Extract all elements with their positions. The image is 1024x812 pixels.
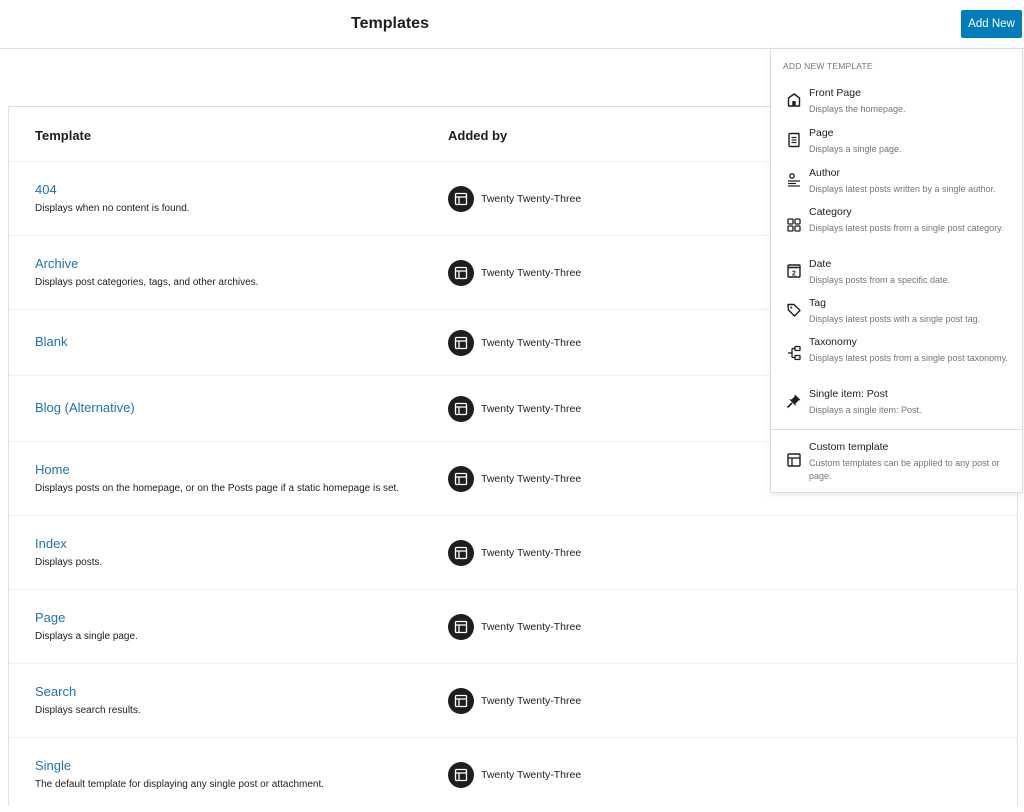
menu-item-label: Category bbox=[809, 206, 852, 218]
template-title-link[interactable]: Single bbox=[35, 758, 71, 773]
table-row: Page Displays a single page. Twenty Twen… bbox=[9, 590, 1017, 664]
template-description: Displays a single page. bbox=[35, 631, 138, 642]
layout-icon bbox=[448, 540, 474, 566]
column-header-template: Template bbox=[35, 128, 92, 143]
template-author: Twenty Twenty-Three bbox=[448, 396, 581, 422]
menu-item-label: Author bbox=[809, 167, 840, 179]
template-description: Displays post categories, tags, and othe… bbox=[35, 277, 259, 288]
author-name: Twenty Twenty-Three bbox=[481, 473, 582, 485]
layout-icon bbox=[448, 260, 474, 286]
author-name: Twenty Twenty-Three bbox=[481, 769, 582, 781]
home-icon bbox=[785, 91, 803, 109]
template-title-link[interactable]: Index bbox=[35, 536, 67, 551]
author-name: Twenty Twenty-Three bbox=[481, 695, 582, 707]
menu-item-label: Custom template bbox=[809, 441, 889, 453]
template-author: Twenty Twenty-Three bbox=[448, 260, 581, 286]
menu-item-author[interactable]: Author Displays latest posts written by … bbox=[771, 167, 1022, 203]
menu-item-description: Custom templates can be applied to any p… bbox=[809, 458, 1000, 481]
layout-icon bbox=[448, 614, 474, 640]
table-row: Search Displays search results. Twenty T… bbox=[9, 664, 1017, 738]
layout-icon bbox=[448, 762, 474, 788]
author-name: Twenty Twenty-Three bbox=[481, 193, 582, 205]
layout-icon bbox=[448, 186, 474, 212]
menu-divider bbox=[771, 429, 1022, 430]
add-new-button[interactable]: Add New bbox=[961, 10, 1022, 38]
layout-icon bbox=[785, 451, 803, 469]
template-title-link[interactable]: 404 bbox=[35, 182, 57, 197]
author-name: Twenty Twenty-Three bbox=[481, 547, 582, 559]
menu-item-custom-template[interactable]: Custom template Custom templates can be … bbox=[771, 441, 1022, 489]
pin-icon bbox=[785, 392, 803, 410]
template-author: Twenty Twenty-Three bbox=[448, 186, 581, 212]
template-description: Displays posts on the homepage, or on th… bbox=[35, 483, 400, 494]
template-author: Twenty Twenty-Three bbox=[448, 330, 581, 356]
author-icon bbox=[785, 171, 803, 189]
template-title-link[interactable]: Page bbox=[35, 610, 65, 625]
template-description: Displays when no content is found. bbox=[35, 203, 190, 214]
template-author: Twenty Twenty-Three bbox=[448, 762, 581, 788]
menu-item-label: Front Page bbox=[809, 87, 861, 99]
layout-icon bbox=[448, 688, 474, 714]
menu-item-description: Displays posts from a specific date. bbox=[809, 275, 951, 285]
tag-icon bbox=[785, 301, 803, 319]
menu-item-single-post[interactable]: Single item: Post Displays a single item… bbox=[771, 388, 1022, 424]
menu-item-date[interactable]: 2 Date Displays posts from a specific da… bbox=[771, 258, 1022, 294]
menu-item-label: Page bbox=[809, 127, 834, 139]
menu-item-description: Displays a single item: Post. bbox=[809, 405, 922, 415]
author-name: Twenty Twenty-Three bbox=[481, 267, 582, 279]
layout-icon bbox=[448, 330, 474, 356]
layout-icon bbox=[448, 396, 474, 422]
template-author: Twenty Twenty-Three bbox=[448, 540, 581, 566]
menu-heading: ADD NEW TEMPLATE bbox=[783, 61, 873, 71]
menu-item-description: Displays latest posts written by a singl… bbox=[809, 184, 996, 194]
author-name: Twenty Twenty-Three bbox=[481, 337, 582, 349]
author-name: Twenty Twenty-Three bbox=[481, 403, 582, 415]
template-title-link[interactable]: Search bbox=[35, 684, 76, 699]
template-author: Twenty Twenty-Three bbox=[448, 614, 581, 640]
template-title-link[interactable]: Home bbox=[35, 462, 70, 477]
column-header-added-by: Added by bbox=[448, 128, 508, 143]
page-icon bbox=[785, 131, 803, 149]
template-title-link[interactable]: Blank bbox=[35, 334, 68, 349]
menu-item-taxonomy[interactable]: Taxonomy Displays latest posts from a si… bbox=[771, 336, 1022, 384]
layout-icon bbox=[448, 466, 474, 492]
template-author: Twenty Twenty-Three bbox=[448, 466, 581, 492]
template-description: The default template for displaying any … bbox=[35, 779, 325, 790]
header-bar: Templates Add New bbox=[0, 0, 1024, 49]
add-new-template-menu: ADD NEW TEMPLATE Front Page Displays the… bbox=[770, 48, 1023, 493]
menu-item-category[interactable]: Category Displays latest posts from a si… bbox=[771, 206, 1022, 254]
menu-item-front-page[interactable]: Front Page Displays the homepage. bbox=[771, 87, 1022, 123]
menu-item-tag[interactable]: Tag Displays latest posts with a single … bbox=[771, 297, 1022, 333]
template-title-link[interactable]: Blog (Alternative) bbox=[35, 400, 135, 415]
menu-item-label: Date bbox=[809, 258, 832, 270]
menu-item-description: Displays latest posts with a single post… bbox=[809, 314, 981, 324]
template-title-link[interactable]: Archive bbox=[35, 256, 78, 271]
menu-item-description: Displays latest posts from a single post… bbox=[809, 223, 1004, 233]
page-title: Templates bbox=[351, 15, 429, 32]
menu-item-label: Tag bbox=[809, 297, 826, 309]
template-author: Twenty Twenty-Three bbox=[448, 688, 581, 714]
author-name: Twenty Twenty-Three bbox=[481, 621, 582, 633]
template-description: Displays search results. bbox=[35, 705, 141, 716]
table-row: Single The default template for displayi… bbox=[9, 738, 1017, 812]
taxonomy-icon bbox=[785, 344, 803, 362]
table-row: Index Displays posts. Twenty Twenty-Thre… bbox=[9, 516, 1017, 590]
template-description: Displays posts. bbox=[35, 557, 103, 568]
menu-item-label: Single item: Post bbox=[809, 388, 888, 400]
menu-item-page[interactable]: Page Displays a single page. bbox=[771, 127, 1022, 163]
menu-item-label: Taxonomy bbox=[809, 336, 857, 348]
svg-text:2: 2 bbox=[792, 270, 796, 277]
menu-item-description: Displays a single page. bbox=[809, 144, 902, 154]
menu-item-description: Displays latest posts from a single post… bbox=[809, 353, 1008, 363]
category-icon bbox=[785, 216, 803, 234]
menu-item-description: Displays the homepage. bbox=[809, 104, 906, 114]
calendar-icon: 2 bbox=[785, 262, 803, 280]
